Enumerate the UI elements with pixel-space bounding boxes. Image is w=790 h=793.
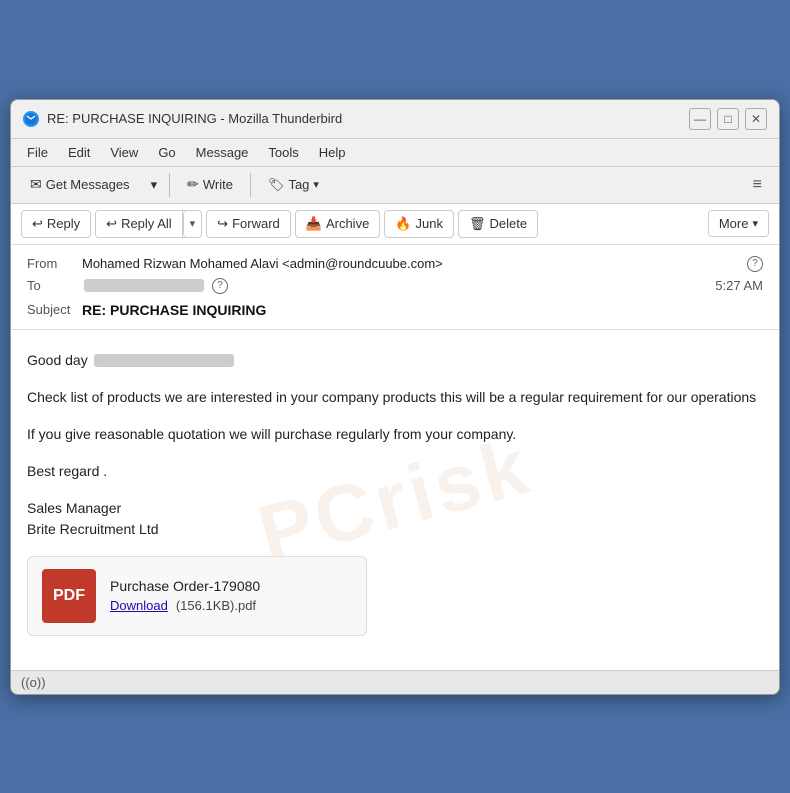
archive-button[interactable]: 📥 Archive: [295, 210, 381, 238]
delete-button[interactable]: 🗑 Delete: [458, 210, 538, 238]
archive-label: Archive: [326, 216, 369, 231]
main-toolbar: ✉ Get Messages ▾ ✏ Write 🏷 Tag ▾ ≡: [11, 167, 779, 204]
title-bar: RE: PURCHASE INQUIRING - Mozilla Thunder…: [11, 100, 779, 139]
reply-group: ↩ Reply: [21, 210, 91, 238]
close-button[interactable]: ✕: [745, 108, 767, 130]
tag-button[interactable]: 🏷 Tag ▾: [257, 172, 330, 198]
more-label: More: [719, 216, 749, 231]
status-bar: ((o)): [11, 670, 779, 694]
attachment-actions: Download (156.1KB).pdf: [110, 598, 260, 613]
signal-icon: ((o)): [21, 675, 46, 690]
app-icon: [23, 111, 39, 127]
attachment-size: (156.1KB).pdf: [176, 598, 256, 613]
reply-all-chevron[interactable]: ▾: [183, 211, 202, 237]
write-label: Write: [203, 177, 233, 192]
subject-value: RE: PURCHASE INQUIRING: [82, 302, 266, 318]
junk-label: Junk: [416, 216, 443, 231]
get-messages-icon: ✉: [30, 176, 42, 193]
attachment-container: PDF Purchase Order-179080 Download (156.…: [27, 556, 367, 636]
write-button[interactable]: ✏ Write: [176, 171, 244, 198]
reply-label: Reply: [47, 216, 80, 231]
download-link[interactable]: Download: [110, 598, 168, 613]
delete-label: Delete: [489, 216, 527, 231]
from-value: Mohamed Rizwan Mohamed Alavi <admin@roun…: [82, 256, 741, 271]
email-body: PCrisk Good day Check list of products w…: [11, 330, 779, 670]
maximize-button[interactable]: □: [717, 108, 739, 130]
toolbar-overflow-button[interactable]: ≡: [744, 171, 771, 199]
reply-all-group: ↩ Reply All ▾: [95, 210, 202, 238]
reply-all-button[interactable]: ↩ Reply All: [96, 211, 182, 237]
email-header: From Mohamed Rizwan Mohamed Alavi <admin…: [11, 245, 779, 330]
window-title: RE: PURCHASE INQUIRING - Mozilla Thunder…: [47, 111, 681, 126]
to-value-blurred: [84, 279, 204, 292]
attachment-info: Purchase Order-179080 Download (156.1KB)…: [110, 578, 260, 613]
greeting-paragraph: Good day: [27, 350, 763, 371]
menu-bar: File Edit View Go Message Tools Help: [11, 139, 779, 167]
more-group: More ▾: [708, 210, 769, 237]
greeting-text: Good day: [27, 352, 88, 368]
menu-edit[interactable]: Edit: [60, 142, 98, 163]
subject-label: Subject: [27, 302, 82, 317]
reply-all-icon: ↩: [106, 216, 117, 232]
forward-label: Forward: [232, 216, 280, 231]
menu-file[interactable]: File: [19, 142, 56, 163]
email-content: Good day Check list of products we are i…: [27, 350, 763, 636]
subject-row: Subject RE: PURCHASE INQUIRING: [27, 297, 763, 321]
window-controls: — □ ✕: [689, 108, 767, 130]
body-paragraph-1: Check list of products we are interested…: [27, 387, 763, 408]
more-button[interactable]: More ▾: [709, 211, 768, 236]
get-messages-button[interactable]: ✉ Get Messages: [19, 171, 141, 198]
minimize-button[interactable]: —: [689, 108, 711, 130]
junk-button[interactable]: 🔥 Junk: [384, 210, 454, 238]
reply-icon: ↩: [32, 216, 43, 232]
signature-line2: Brite Recruitment Ltd: [27, 521, 159, 537]
toolbar-separator-2: [250, 173, 251, 197]
archive-icon: 📥: [306, 216, 322, 232]
to-row: To ? 5:27 AM: [27, 275, 763, 297]
tag-label: Tag: [288, 177, 309, 192]
recipient-name-blurred: [94, 354, 234, 367]
menu-view[interactable]: View: [102, 142, 146, 163]
menu-go[interactable]: Go: [150, 142, 183, 163]
write-icon: ✏: [187, 176, 199, 193]
tag-icon: 🏷: [268, 177, 285, 193]
from-label: From: [27, 256, 82, 271]
body-paragraph-2: If you give reasonable quotation we will…: [27, 424, 763, 445]
signature: Sales Manager Brite Recruitment Ltd: [27, 498, 763, 540]
menu-tools[interactable]: Tools: [260, 142, 306, 163]
reply-button[interactable]: ↩ Reply: [22, 211, 90, 237]
reply-all-label: Reply All: [121, 216, 172, 231]
action-bar: ↩ Reply ↩ Reply All ▾ ↪ Forward 📥 Archiv…: [11, 204, 779, 245]
pdf-icon-text: PDF: [53, 587, 85, 605]
forward-button[interactable]: ↪ Forward: [206, 210, 291, 238]
closing-text: Best regard .: [27, 461, 763, 482]
more-chevron-icon: ▾: [752, 217, 758, 230]
get-messages-chevron[interactable]: ▾: [145, 172, 164, 198]
to-label: To: [27, 278, 82, 293]
pdf-icon: PDF: [42, 569, 96, 623]
email-time: 5:27 AM: [715, 278, 763, 293]
menu-message[interactable]: Message: [188, 142, 257, 163]
toolbar-separator-1: [169, 173, 170, 197]
tag-chevron-icon: ▾: [313, 178, 319, 191]
from-row: From Mohamed Rizwan Mohamed Alavi <admin…: [27, 253, 763, 275]
signature-line1: Sales Manager: [27, 500, 121, 516]
menu-help[interactable]: Help: [311, 142, 354, 163]
get-messages-label: Get Messages: [46, 177, 130, 192]
from-privacy-icon[interactable]: ?: [747, 256, 763, 272]
attachment-filename: Purchase Order-179080: [110, 578, 260, 594]
app-window: RE: PURCHASE INQUIRING - Mozilla Thunder…: [10, 99, 780, 695]
forward-icon: ↪: [217, 216, 228, 232]
junk-icon: 🔥: [395, 216, 411, 232]
delete-icon: 🗑: [469, 216, 486, 232]
to-privacy-icon[interactable]: ?: [212, 278, 228, 294]
